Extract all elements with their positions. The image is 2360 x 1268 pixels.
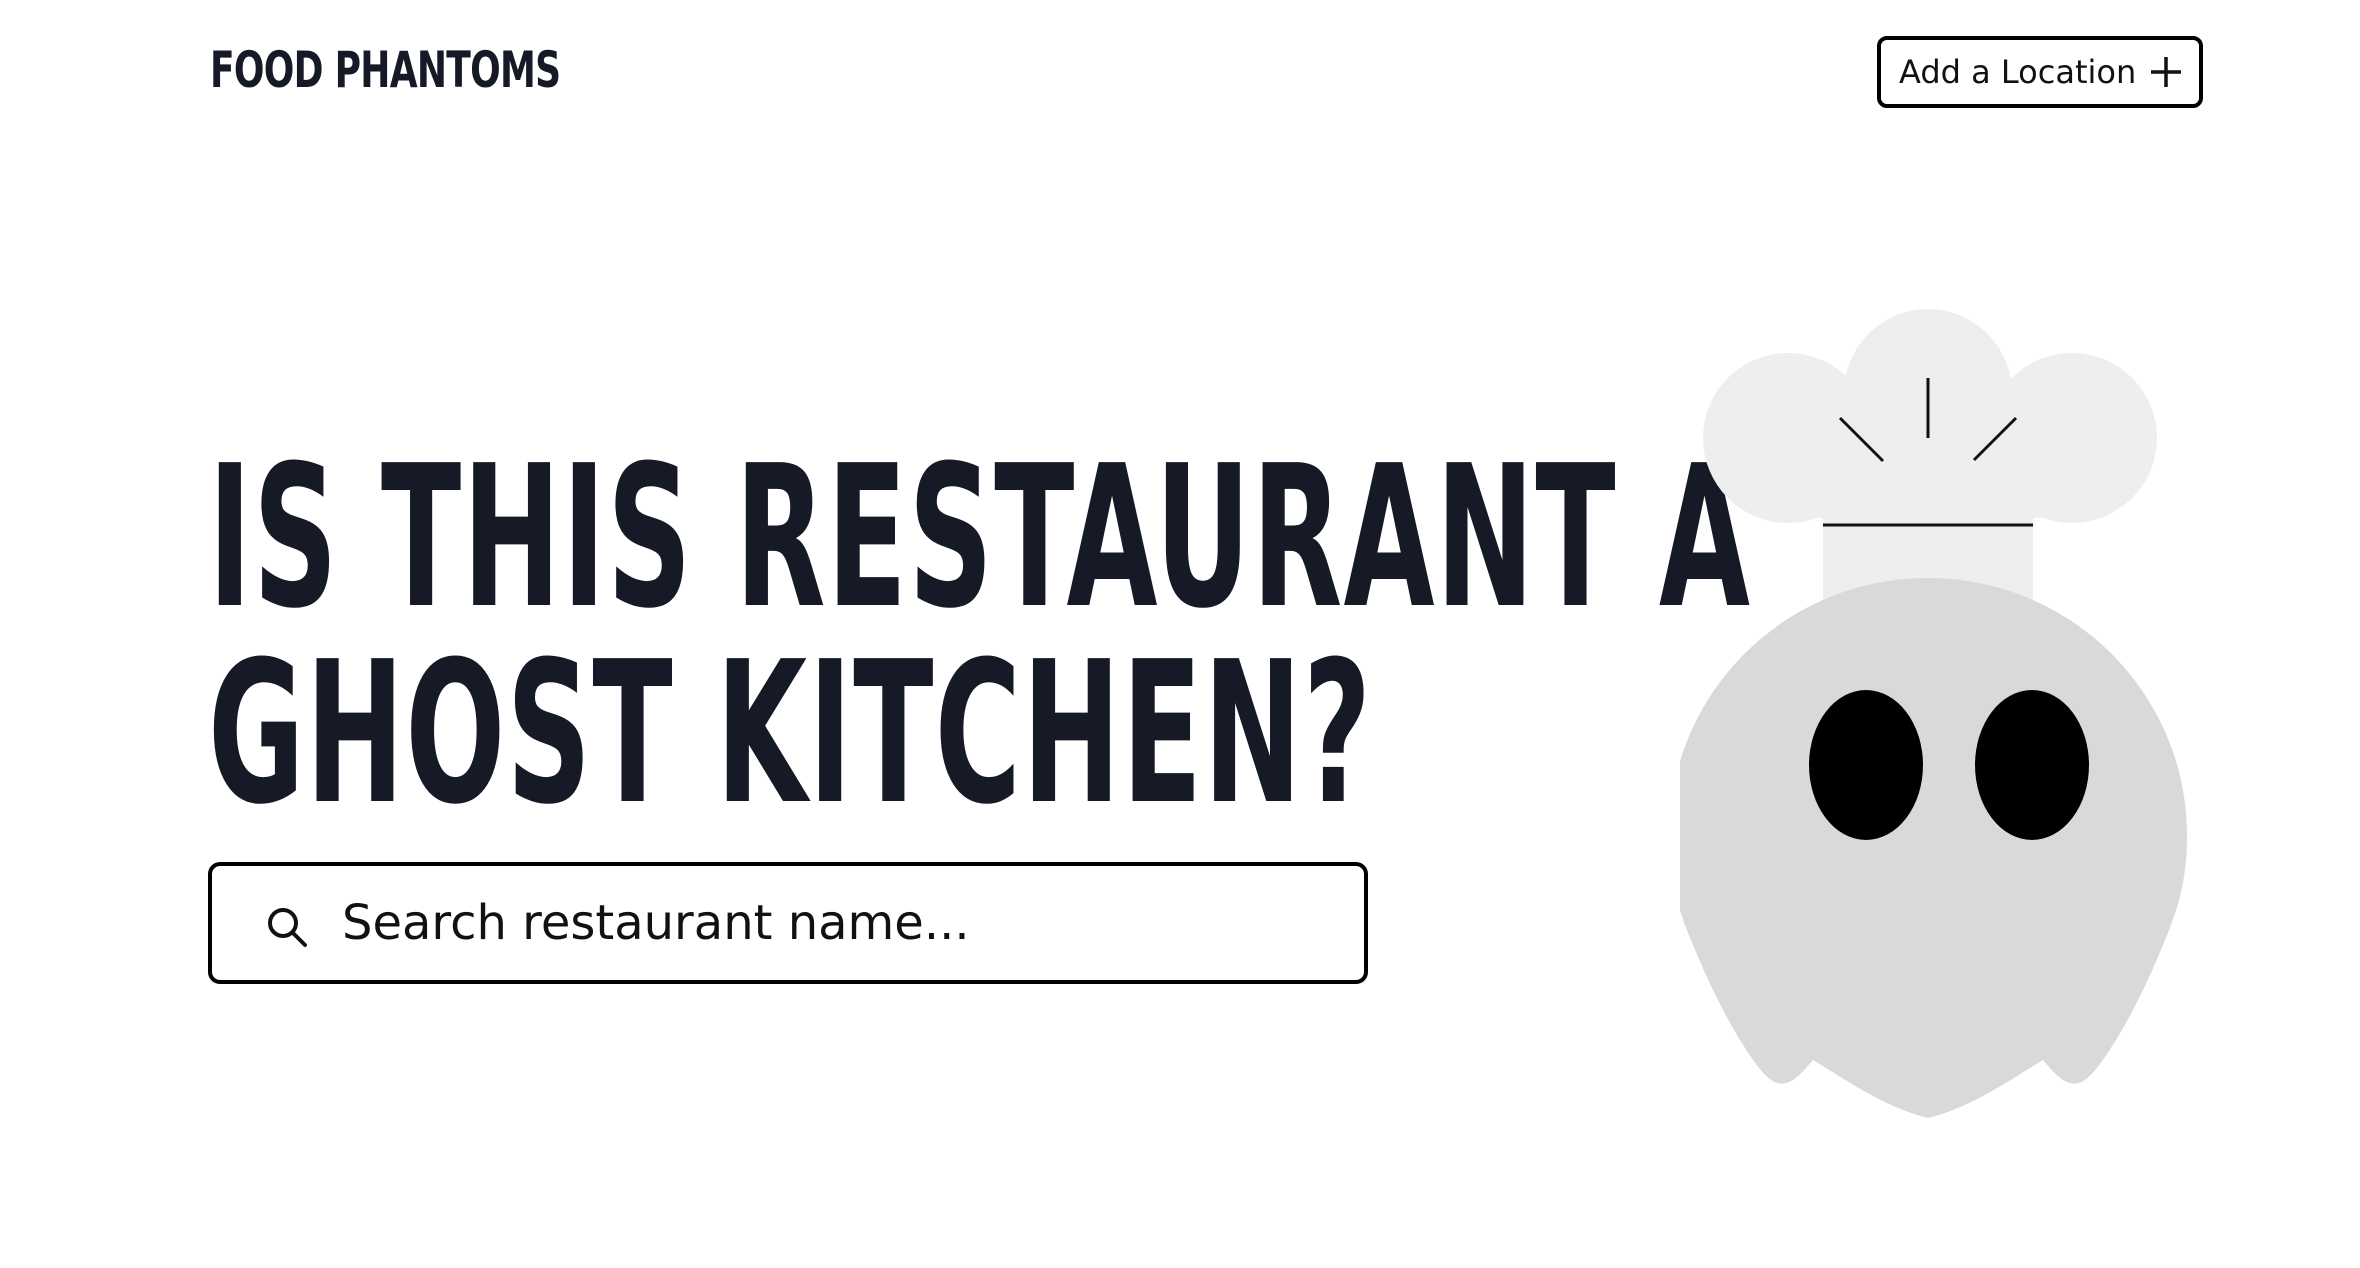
ghost-left-eye [1809,690,1923,840]
search-input[interactable] [342,886,1332,960]
plus-icon [2151,57,2182,87]
add-location-button[interactable]: Add a Location [1877,36,2203,108]
add-location-label: Add a Location [1899,53,2137,91]
hero-headline-line-1: IS THIS RESTAURANT A [208,424,1752,652]
brand-logo[interactable]: FOOD PHANTOMS [210,40,561,100]
search-box[interactable] [208,862,1368,984]
ghost-chef-illustration [1680,309,2187,1118]
ghost-body [1680,578,2187,1118]
hero-headline: IS THIS RESTAURANT A GHOST KITCHEN? [208,440,1751,832]
hero-headline-line-2: GHOST KITCHEN? [208,620,1373,848]
chef-hat [1703,309,2157,605]
search-icon [268,908,307,947]
ghost-right-eye [1975,690,2089,840]
